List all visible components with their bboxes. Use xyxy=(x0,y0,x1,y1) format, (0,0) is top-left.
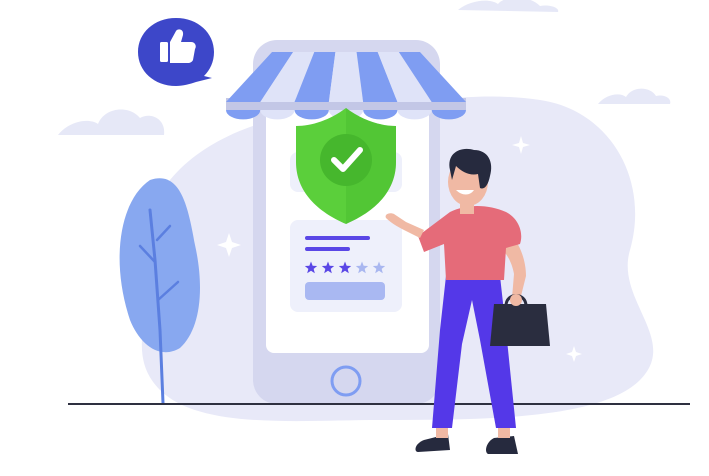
review-title-line xyxy=(305,236,370,240)
cloud-top xyxy=(458,0,559,12)
cloud-right xyxy=(598,88,671,104)
review-subtitle-line xyxy=(305,247,350,251)
review-card xyxy=(290,220,402,312)
secure-shopping-illustration xyxy=(0,0,709,476)
thumbs-up-icon xyxy=(138,18,214,86)
review-button xyxy=(305,282,385,300)
shoe-right xyxy=(486,436,518,454)
shopping-bag xyxy=(490,304,550,346)
cloud-left xyxy=(58,109,165,135)
illustration-canvas xyxy=(58,0,690,454)
